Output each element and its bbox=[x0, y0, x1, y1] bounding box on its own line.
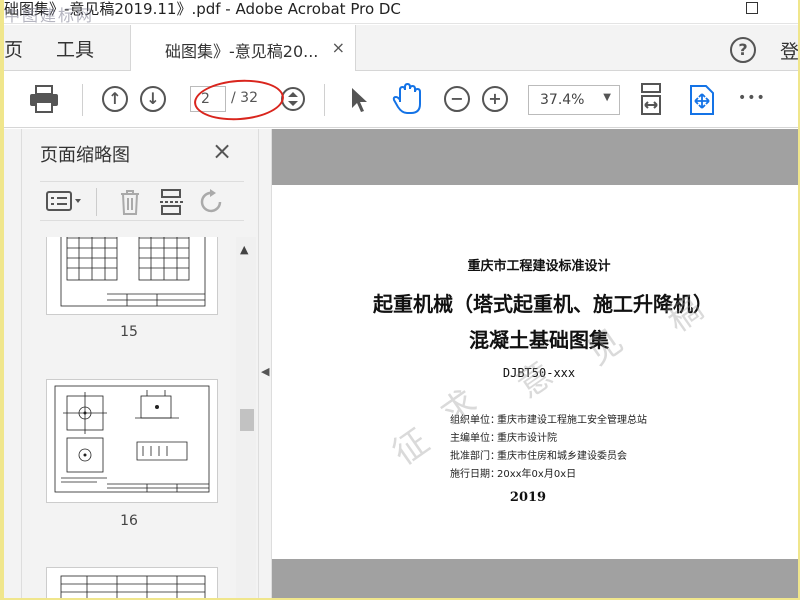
print-icon[interactable] bbox=[28, 84, 60, 114]
thumbnail-list: 15 16 bbox=[22, 237, 236, 598]
thumbnail-panel: 页面缩略图 × 15 16 ▲ bbox=[22, 129, 258, 598]
thumbnail-options-icon[interactable] bbox=[46, 190, 86, 214]
doc-info-row: 施行日期：20xx年0x月0x日 bbox=[450, 469, 577, 480]
thumbnail-scrollbar[interactable]: ▲ bbox=[236, 237, 256, 598]
thumbnail-page-16[interactable] bbox=[46, 379, 218, 503]
maximize-button[interactable] bbox=[746, 2, 758, 14]
document-tab-label: 础图集》-意见稿20... bbox=[165, 42, 319, 61]
previous-page-icon[interactable]: ↑ bbox=[102, 86, 128, 112]
chevron-down-icon: ▼ bbox=[603, 92, 611, 103]
scrollbar-thumb[interactable] bbox=[240, 409, 254, 431]
collapse-panel-icon[interactable]: ◀ bbox=[261, 365, 269, 378]
thumbnail-page-15[interactable] bbox=[46, 237, 218, 315]
insert-page-icon[interactable] bbox=[158, 188, 186, 216]
login-button[interactable]: 登 bbox=[780, 37, 798, 64]
zoom-value: 37.4% bbox=[540, 92, 585, 108]
draft-watermark: 意 bbox=[509, 354, 561, 407]
page-gap-bottom bbox=[272, 559, 798, 598]
zoom-level-select[interactable]: 37.4% ▼ bbox=[528, 85, 620, 115]
zoom-out-icon[interactable]: − bbox=[444, 86, 470, 112]
thumbnail-page-label: 16 bbox=[120, 513, 138, 529]
left-nav-strip bbox=[4, 129, 22, 598]
export-pdf-icon[interactable] bbox=[688, 84, 716, 116]
doc-info-row: 批准部门：重庆市住房和城乡建设委员会 bbox=[450, 451, 627, 462]
hand-tool-icon[interactable] bbox=[392, 82, 424, 116]
menu-home[interactable]: 页 bbox=[4, 35, 23, 62]
page-stepper-icon[interactable] bbox=[280, 86, 306, 112]
toolbar: ↑ ↓ 2 / 32 − + 37.4% ▼ ••• bbox=[4, 72, 798, 128]
tab-close-icon[interactable]: × bbox=[332, 38, 345, 57]
menu-tools[interactable]: 工具 bbox=[56, 35, 94, 62]
document-view[interactable]: 重庆市工程建设标准设计 起重机械（塔式起重机、施工升降机） 混凝土基础图集 DJ… bbox=[272, 129, 798, 598]
page-fit-icon[interactable] bbox=[636, 82, 666, 118]
thumbnail-page-17[interactable] bbox=[46, 567, 218, 598]
tab-bar: 页 工具 础图集》-意见稿20... × ? 登 bbox=[4, 25, 798, 71]
draft-watermark: 征 bbox=[385, 421, 437, 474]
title-bar: 础图集》-意见稿2019.11》.pdf - Adobe Acrobat Pro… bbox=[4, 0, 798, 24]
thumbnail-page-label: 15 bbox=[120, 324, 138, 340]
scroll-up-icon[interactable]: ▲ bbox=[240, 243, 248, 256]
panel-splitter[interactable]: ◀ bbox=[258, 129, 272, 598]
draft-watermark: 求 bbox=[433, 382, 485, 435]
zoom-in-icon[interactable]: + bbox=[482, 86, 508, 112]
doc-title-line2: 混凝土基础图集 bbox=[469, 328, 609, 352]
doc-year: 2019 bbox=[509, 490, 547, 505]
document-tab[interactable]: 础图集》-意见稿20... × bbox=[130, 25, 356, 71]
panel-toolbar bbox=[40, 181, 244, 221]
delete-page-icon[interactable] bbox=[118, 188, 142, 216]
more-tools-icon[interactable]: ••• bbox=[738, 90, 766, 106]
select-cursor-icon[interactable] bbox=[348, 86, 370, 114]
site-watermark: 中图建标网 bbox=[4, 6, 95, 25]
doc-info-row: 主编单位：重庆市设计院 bbox=[450, 433, 557, 444]
acrobat-window: 础图集》-意见稿2019.11》.pdf - Adobe Acrobat Pro… bbox=[4, 0, 798, 598]
doc-title-line1: 起重机械（塔式起重机、施工升降机） bbox=[373, 292, 713, 316]
page-gap-top bbox=[272, 129, 798, 185]
panel-title: 页面缩略图 bbox=[40, 145, 130, 166]
next-page-icon[interactable]: ↓ bbox=[140, 86, 166, 112]
pdf-page: 重庆市工程建设标准设计 起重机械（塔式起重机、施工升降机） 混凝土基础图集 DJ… bbox=[272, 185, 798, 559]
rotate-page-icon[interactable] bbox=[198, 188, 226, 216]
panel-close-icon[interactable]: × bbox=[212, 137, 232, 165]
help-icon[interactable]: ? bbox=[730, 37, 756, 63]
doc-org-line: 重庆市工程建设标准设计 bbox=[467, 259, 611, 274]
